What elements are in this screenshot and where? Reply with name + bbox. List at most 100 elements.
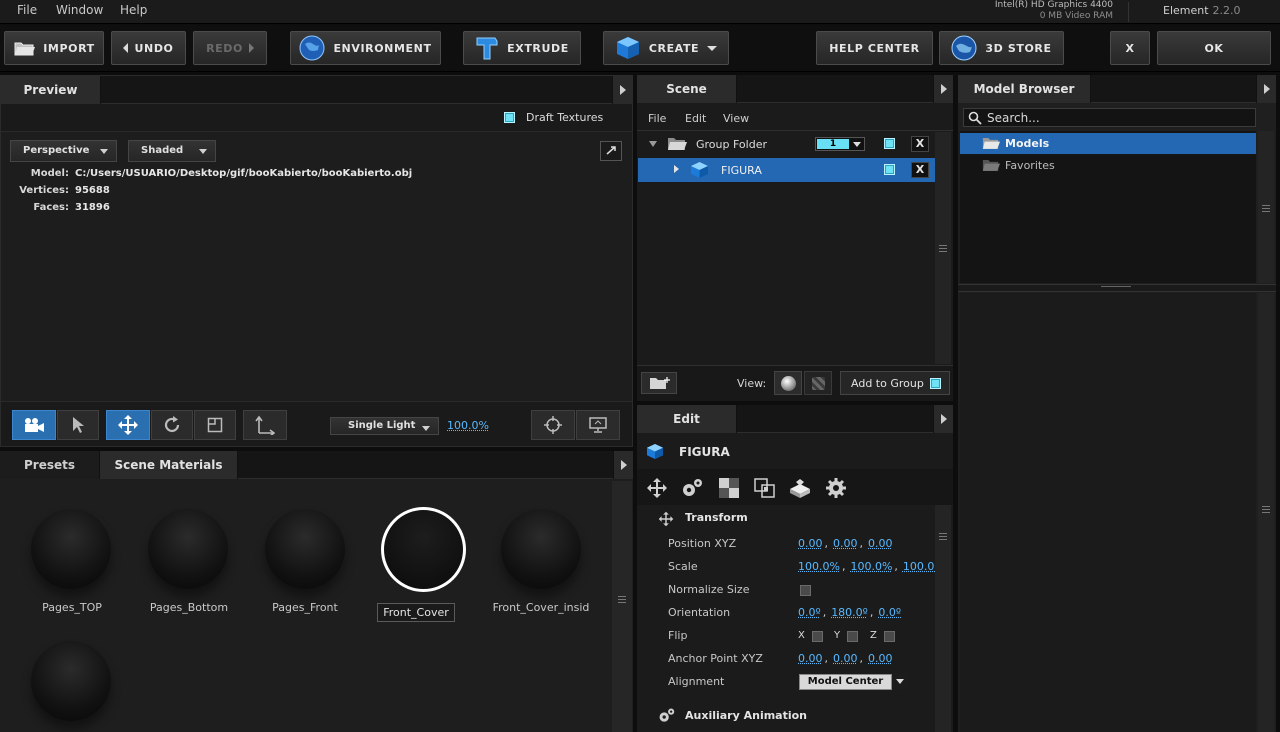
close-button[interactable]: X <box>1110 31 1150 65</box>
target-tool-button[interactable] <box>531 410 575 440</box>
undo-button[interactable]: UNDO <box>111 31 186 65</box>
group-objects-icon[interactable] <box>753 477 777 499</box>
browser-search-field[interactable]: Search... <box>963 108 1256 127</box>
tab-scene[interactable]: Scene <box>637 75 737 103</box>
tab-edit[interactable]: Edit <box>637 405 737 433</box>
group-count-dropdown[interactable]: 1 <box>815 137 865 151</box>
view-shaded-button[interactable] <box>774 371 802 395</box>
scene-menu-edit[interactable]: Edit <box>685 112 706 125</box>
browser-item-favorites[interactable]: Favorites <box>960 155 1256 175</box>
tab-preview[interactable]: Preview <box>1 76 101 104</box>
scene-row-group-folder[interactable]: Group Folder 1 X <box>638 132 935 156</box>
edit-scrollbar[interactable] <box>935 505 951 732</box>
flip-z-checkbox[interactable] <box>884 631 895 642</box>
help-center-button[interactable]: HELP CENTER <box>816 31 933 65</box>
presets-expand-arrow-icon[interactable] <box>613 451 633 479</box>
select-tool-button[interactable] <box>57 410 99 440</box>
menu-window[interactable]: Window <box>56 3 103 17</box>
edit-scroll-grip[interactable] <box>939 533 947 540</box>
3d-store-button[interactable]: 3D STORE <box>939 31 1064 65</box>
settings-gear-icon[interactable] <box>825 477 847 499</box>
rotate-tool-button[interactable] <box>151 410 193 440</box>
alignment-dropdown-arrow[interactable] <box>891 674 907 690</box>
import-button[interactable]: IMPORT <box>4 31 104 65</box>
material-checker-icon[interactable] <box>718 477 740 499</box>
scale-z[interactable]: 100.0% <box>903 560 935 573</box>
material-thumb-pages-bottom[interactable] <box>148 509 228 589</box>
view-textured-button[interactable] <box>804 371 832 395</box>
add-to-group-button[interactable]: Add to Group <box>840 371 950 395</box>
extrude-button[interactable]: EXTRUDE <box>463 31 581 65</box>
material-thumb-extra[interactable] <box>31 641 111 721</box>
maximize-viewport-button[interactable] <box>600 141 622 161</box>
axis-tool-button[interactable] <box>243 410 287 440</box>
position-x[interactable]: 0.00 <box>798 537 823 550</box>
display-tool-button[interactable] <box>576 410 620 440</box>
presets-scroll-grip[interactable] <box>618 596 626 603</box>
material-thumb-pages-front[interactable] <box>265 509 345 589</box>
menu-help[interactable]: Help <box>120 3 147 17</box>
browser-splitter[interactable] <box>958 284 1276 292</box>
browser-thumbs-scroll-grip[interactable] <box>1262 506 1270 513</box>
zoom-value[interactable]: 100.0% <box>447 419 489 432</box>
alignment-dropdown[interactable]: Model Center <box>799 674 907 690</box>
figura-remove-button[interactable]: X <box>911 162 929 178</box>
presets-scrollbar[interactable] <box>612 481 632 732</box>
figura-visibility-checkbox[interactable] <box>884 164 895 175</box>
create-button[interactable]: CREATE <box>603 31 729 65</box>
move-tool-button[interactable] <box>106 410 150 440</box>
light-mode-dropdown[interactable]: Single Light <box>330 417 439 435</box>
browser-tree-scrollbar[interactable] <box>1258 131 1274 283</box>
add-to-group-checkbox[interactable] <box>930 378 941 389</box>
collapse-arrow-icon[interactable] <box>649 141 657 147</box>
position-z[interactable]: 0.00 <box>868 537 893 550</box>
browser-expand-arrow-icon[interactable] <box>1256 75 1276 103</box>
shading-mode-dropdown[interactable]: Shaded <box>128 140 216 162</box>
new-group-button[interactable] <box>641 372 677 394</box>
preview-expand-arrow-icon[interactable] <box>612 76 632 104</box>
ok-button[interactable]: OK <box>1157 31 1271 65</box>
scene-menu-file[interactable]: File <box>648 112 666 125</box>
browser-item-models[interactable]: Models <box>960 133 1256 154</box>
orientation-z[interactable]: 0.0º <box>878 606 901 619</box>
orientation-y[interactable]: 180.0º <box>831 606 868 619</box>
draft-textures-checkbox[interactable] <box>504 112 515 123</box>
flip-y-checkbox[interactable] <box>847 631 858 642</box>
browser-tree-scroll-grip[interactable] <box>1262 205 1270 212</box>
material-thumb-pages-top[interactable] <box>31 509 111 589</box>
anchor-y[interactable]: 0.00 <box>833 652 858 665</box>
flip-x-checkbox[interactable] <box>812 631 823 642</box>
menu-file[interactable]: File <box>17 3 37 17</box>
anchor-x[interactable]: 0.00 <box>798 652 823 665</box>
scale-x[interactable]: 100.0% <box>798 560 840 573</box>
position-y[interactable]: 0.00 <box>833 537 858 550</box>
tab-scene-materials[interactable]: Scene Materials <box>100 451 238 479</box>
extrude-shape-icon[interactable] <box>787 477 813 499</box>
scene-scroll-grip[interactable] <box>939 245 947 252</box>
orientation-x[interactable]: 0.0º <box>798 606 821 619</box>
redo-button[interactable]: REDO <box>193 31 267 65</box>
scene-menu-view[interactable]: View <box>723 112 749 125</box>
group-visibility-checkbox[interactable] <box>884 138 895 149</box>
anchor-z[interactable]: 0.00 <box>868 652 893 665</box>
environment-button[interactable]: ENVIRONMENT <box>290 31 441 65</box>
tab-presets[interactable]: Presets <box>0 451 100 479</box>
group-remove-button[interactable]: X <box>911 136 929 152</box>
scale-y[interactable]: 100.0% <box>850 560 892 573</box>
camera-tool-button[interactable] <box>12 410 56 440</box>
edit-expand-arrow-icon[interactable] <box>933 405 953 433</box>
scene-expand-arrow-icon[interactable] <box>933 75 953 103</box>
animation-gears-icon[interactable] <box>680 477 704 499</box>
browser-thumbs-scrollbar[interactable] <box>1258 293 1274 732</box>
expand-arrow-icon[interactable] <box>674 165 679 173</box>
tab-model-browser[interactable]: Model Browser <box>958 75 1091 103</box>
transform-tool-icon[interactable] <box>646 477 668 499</box>
camera-mode-dropdown[interactable]: Perspective <box>10 140 117 162</box>
scene-row-figura[interactable]: FIGURA X <box>638 158 935 182</box>
material-thumb-front-cover[interactable] <box>381 507 466 592</box>
auxiliary-animation-title[interactable]: Auxiliary Animation <box>685 709 807 722</box>
scene-scrollbar[interactable] <box>935 132 951 364</box>
frame-tool-button[interactable] <box>194 410 236 440</box>
normalize-size-checkbox[interactable] <box>800 585 811 596</box>
material-thumb-front-cover-inside[interactable] <box>501 509 581 589</box>
